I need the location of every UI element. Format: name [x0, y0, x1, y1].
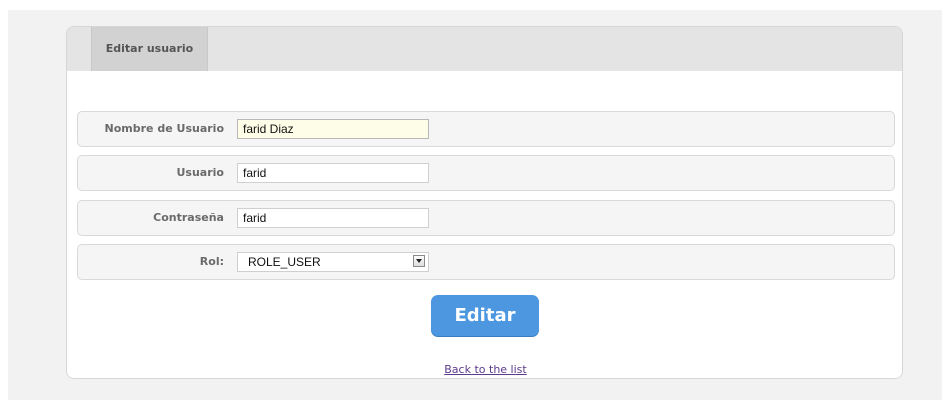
rol-label: Rol:	[199, 255, 224, 268]
nombre-de-usuario-input[interactable]	[237, 119, 429, 139]
back-to-list-link[interactable]: Back to the list	[67, 363, 902, 376]
contrasena-label: Contraseña	[153, 211, 224, 224]
form-row-contrasena: Contraseña	[77, 200, 895, 236]
rol-selected-value: ROLE_USER	[248, 255, 321, 269]
tab-strip: Editar usuario	[67, 27, 902, 72]
editar-button[interactable]: Editar	[431, 295, 539, 336]
contrasena-input[interactable]	[237, 208, 429, 228]
chevron-down-icon[interactable]	[413, 255, 425, 267]
usuario-input[interactable]	[237, 163, 429, 183]
nombre-de-usuario-label: Nombre de Usuario	[104, 122, 224, 135]
edit-user-panel: Editar usuario Nombre de Usuario Usuario…	[66, 26, 903, 379]
tab-edit-user[interactable]: Editar usuario	[91, 27, 208, 71]
rol-select[interactable]: ROLE_USER	[237, 252, 429, 272]
usuario-label: Usuario	[176, 166, 225, 179]
form-row-nombre: Nombre de Usuario	[77, 111, 895, 147]
panel-body: Nombre de Usuario Usuario Contraseña Rol…	[67, 71, 902, 378]
form-row-rol: Rol: ROLE_USER	[77, 244, 895, 280]
form-row-usuario: Usuario	[77, 155, 895, 191]
